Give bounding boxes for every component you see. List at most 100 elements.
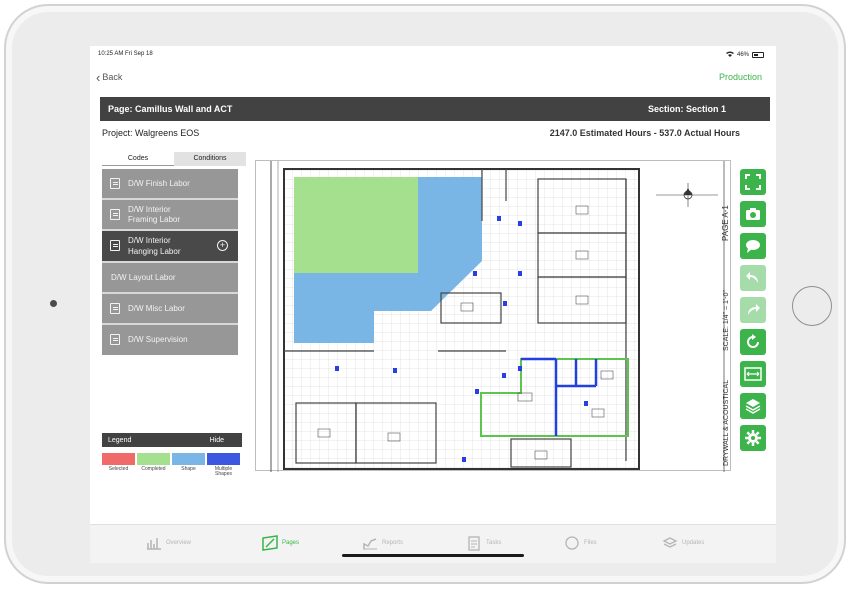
home-button[interactable] [792,286,832,326]
battery-icon [752,52,764,58]
code-label: D/W Supervision [128,335,188,344]
measure-button[interactable] [740,361,766,387]
app-screen: 10:25 AM Fri Sep 18 46% ‹ Back Productio… [90,46,776,563]
add-circle-icon[interactable]: + [217,240,228,251]
legend-swatch-multiple [207,453,240,465]
legend-swatch-shape [172,453,205,465]
redo-button[interactable] [740,297,766,323]
refresh-icon [747,334,759,348]
page-header-bar: Page: Camillus Wall and ACT Section: Sec… [100,97,770,121]
code-item-supervision[interactable]: D/W Supervision [102,325,238,355]
section-title: Section: Section 1 [647,104,726,114]
hours-summary: 2147.0 Estimated Hours - 537.0 Actual Ho… [549,128,740,138]
tasks-icon [468,536,480,551]
tab-files[interactable]: Files [564,535,597,551]
tab-overview[interactable]: Overview [146,535,191,551]
code-item-interior-framing[interactable]: D/W Interior Framing Labor [102,200,238,229]
document-icon [110,240,120,251]
chevron-left-icon: ‹ [96,69,101,85]
refresh-button[interactable] [740,329,766,355]
ipad-frame: 10:25 AM Fri Sep 18 46% ‹ Back Productio… [4,4,846,584]
tab-label: Reports [382,540,404,546]
completed-area[interactable] [294,177,418,273]
tab-updates[interactable]: Updates [662,535,704,551]
legend-title: Legend [108,437,132,444]
codes-list: D/W Finish Labor D/W Interior Framing La… [102,169,238,355]
status-time: 10:25 AM Fri Sep 18 [98,51,153,57]
comment-button[interactable] [740,233,766,259]
document-icon [110,209,120,220]
code-label: D/W Misc Labor [128,304,185,313]
floor-plan-drawing: PAGE A-1 SCALE: 1/4" = 1'-0" DRYWALL & A… [270,161,730,472]
production-button[interactable]: Production [719,72,762,82]
tab-label: Pages [282,540,300,546]
camera-icon [746,208,760,220]
layers-button[interactable] [740,393,766,419]
code-item-misc-labor[interactable]: D/W Misc Labor [102,294,238,323]
tab-tasks[interactable]: Tasks [466,535,501,551]
floor-plan-viewer[interactable]: PAGE A-1 SCALE: 1/4" = 1'-0" DRYWALL & A… [255,160,731,472]
document-icon [110,334,120,345]
sheet-label: PAGE A-1 [721,205,730,241]
legend-hide-button[interactable]: Hide [210,437,224,444]
status-right: 46% [725,51,764,59]
tab-label: Overview [166,540,192,546]
code-item-interior-hanging[interactable]: D/W Interior Hanging Labor + [102,231,238,261]
tab-label: Files [584,540,597,546]
legend-panel: Legend Hide Selected Completed Shape Mul… [102,433,242,479]
legend-header: Legend Hide [102,433,242,447]
tab-pages[interactable]: Pages [262,535,299,551]
settings-button[interactable] [740,425,766,451]
layers-icon [745,399,761,414]
nav-bar: ‹ Back Production [90,66,776,90]
comment-icon [746,240,760,253]
tab-label: Updates [682,540,705,546]
tab-label: Tasks [486,540,502,546]
settings-icon [745,430,761,446]
chart-icon [147,538,161,550]
wifi-icon [725,51,734,59]
code-label-line2: Framing Labor [128,215,181,224]
code-label: D/W Interior [128,236,171,245]
legend-swatch-selected [102,453,135,465]
document-icon [110,178,120,189]
camera-button[interactable] [740,201,766,227]
bottom-tab-bar: Overview Pages Reports Tasks Files Updat… [90,524,776,563]
page-title: Page: Camillus Wall and ACT [108,104,233,114]
home-indicator [342,554,524,557]
tab-conditions[interactable]: Conditions [174,152,246,166]
code-label: D/W Layout Labor [111,273,176,282]
undo-icon [746,272,758,283]
code-label: D/W Interior [128,205,171,214]
legend-swatch-completed [137,453,170,465]
expand-icon [745,174,761,190]
pages-icon [262,535,278,551]
front-camera [50,300,57,307]
measure-icon [744,367,762,381]
undo-button[interactable] [740,265,766,291]
code-label: D/W Finish Labor [128,179,190,188]
code-label-line2: Hanging Labor [128,247,181,256]
redo-icon [748,304,760,315]
updates-icon [662,537,678,548]
panel-tabs: Codes Conditions [102,152,246,166]
expand-button[interactable] [740,169,766,195]
discipline-label: DRYWALL & ACOUSTICAL [723,380,730,466]
files-icon [565,536,579,550]
legend-label: Multiple Shapes [214,466,233,477]
tab-codes[interactable]: Codes [102,152,174,166]
code-item-layout-labor[interactable]: D/W Layout Labor [102,263,238,292]
legend-label: Selected [108,466,129,472]
tab-reports[interactable]: Reports [362,535,403,551]
code-item-finish-labor[interactable]: D/W Finish Labor [102,169,238,198]
document-icon [110,303,120,314]
scale-label: SCALE: 1/4" = 1'-0" [723,290,730,351]
back-button[interactable]: ‹ Back [96,69,122,85]
legend-label: Completed [141,466,166,472]
reports-icon [363,538,377,550]
project-row: Project: Walgreens EOS 2147.0 Estimated … [102,128,742,138]
legend-label: Shape [181,466,196,472]
battery-percent: 46% [736,52,749,58]
project-label: Project: Walgreens EOS [102,128,200,138]
status-bar: 10:25 AM Fri Sep 18 46% [90,46,776,62]
